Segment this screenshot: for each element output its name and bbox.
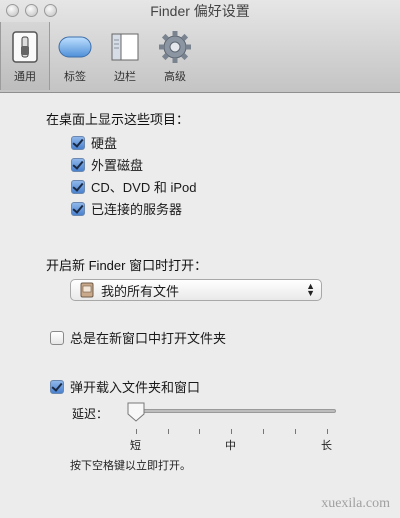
tick-label-long: 长 [321, 440, 332, 452]
tab-tags[interactable]: 标签 [50, 22, 100, 90]
checkbox-spring-loaded[interactable]: 弹开载入文件夹和窗口 [50, 377, 200, 396]
tab-advanced-label: 高级 [164, 71, 186, 83]
delay-slider-knob[interactable] [126, 401, 146, 423]
checkbox-label: 弹开载入文件夹和窗口 [70, 380, 201, 395]
tab-sidebar[interactable]: 边栏 [100, 22, 150, 90]
checkbox-hard-disks[interactable]: 硬盘 [71, 133, 117, 152]
slider-tick [231, 429, 232, 434]
tick-label-short: 短 [130, 440, 141, 452]
title-bar: Finder 偏好设置 通用 标签 边栏 高级 [0, 0, 400, 93]
new-window-target-popup[interactable]: 我的所有文件 ▲ ▼ [70, 279, 322, 301]
checkbox-label: 总是在新窗口中打开文件夹 [70, 331, 227, 346]
tab-general[interactable]: 通用 [0, 22, 50, 90]
tab-tags-label: 标签 [64, 71, 86, 83]
delay-slider-track[interactable] [128, 409, 336, 413]
tick-label-medium: 中 [225, 440, 236, 452]
tag-icon [57, 30, 93, 64]
tab-sidebar-label: 边栏 [114, 71, 136, 83]
checkbox-label: 硬盘 [91, 136, 118, 151]
checkbox-label: CD、DVD 和 iPod [91, 180, 197, 195]
checkbox-connected-servers[interactable]: 已连接的服务器 [71, 199, 182, 218]
slider-tick [295, 429, 296, 434]
popup-arrows-icon: ▲ ▼ [306, 281, 315, 298]
checkbox-box[interactable] [71, 157, 85, 172]
gear-icon [157, 30, 193, 64]
slider-tick [168, 429, 169, 434]
tab-general-label: 通用 [14, 71, 36, 83]
tab-advanced[interactable]: 高级 [150, 22, 200, 90]
slider-tick [199, 429, 200, 434]
checkbox-box[interactable] [50, 330, 64, 345]
delay-label: 延迟： [72, 407, 109, 421]
checkbox-label: 外置磁盘 [91, 158, 144, 173]
checkbox-box[interactable] [50, 379, 64, 394]
finder-preferences-window: Finder 偏好设置 通用 标签 边栏 高级 在桌面上显示这些项目： 硬盘 外… [0, 0, 400, 518]
checkbox-open-folders-new-window[interactable]: 总是在新窗口中打开文件夹 [50, 328, 226, 347]
slider-tick [327, 429, 328, 434]
checkbox-box[interactable] [71, 201, 85, 216]
switch-icon [7, 30, 43, 64]
checkbox-box[interactable] [71, 179, 85, 194]
checkbox-box[interactable] [71, 135, 85, 150]
spacebar-hint: 按下空格键以立即打开。 [70, 460, 191, 472]
popup-value: 我的所有文件 [101, 283, 180, 299]
window-title: Finder 偏好设置 [150, 3, 250, 19]
documents-icon [80, 282, 94, 298]
slider-tick [263, 429, 264, 434]
slider-tick [136, 429, 137, 434]
desktop-items-heading: 在桌面上显示这些项目： [46, 112, 190, 127]
checkbox-cds-dvds-ipods[interactable]: CD、DVD 和 iPod [71, 177, 196, 196]
watermark: xuexila.com [321, 496, 390, 511]
checkbox-external-disks[interactable]: 外置磁盘 [71, 155, 143, 174]
sidebar-icon [107, 30, 143, 64]
general-pane: 在桌面上显示这些项目： 硬盘 外置磁盘 CD、DVD 和 iPod 已连接的服务… [0, 93, 400, 518]
checkbox-label: 已连接的服务器 [91, 202, 183, 217]
preferences-toolbar: 通用 标签 边栏 高级 [0, 22, 200, 90]
new-window-heading: 开启新 Finder 窗口时打开： [46, 258, 208, 273]
